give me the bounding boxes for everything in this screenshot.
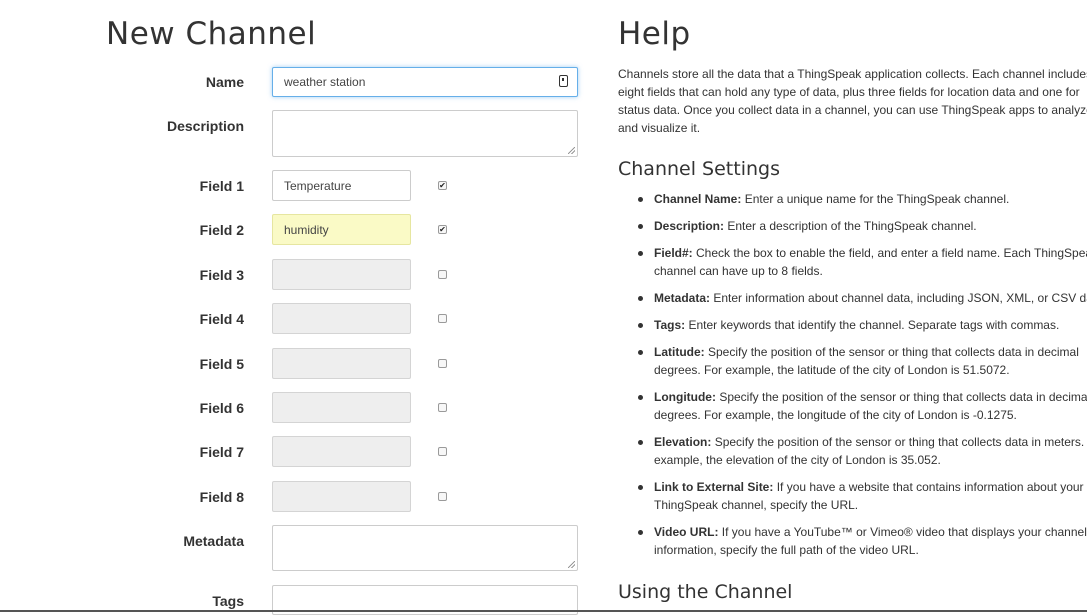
settings-item-term: Elevation: bbox=[654, 435, 712, 449]
field-6-checkbox[interactable] bbox=[438, 403, 447, 412]
field-3-checkbox[interactable] bbox=[438, 269, 447, 279]
field-6-input[interactable] bbox=[272, 392, 411, 423]
settings-item-term: Description: bbox=[654, 219, 725, 233]
metadata-textarea[interactable] bbox=[272, 525, 578, 571]
settings-list-item: Channel Name: Enter a unique name for th… bbox=[638, 190, 1087, 208]
settings-list-item: Tags: Enter keywords that identify the c… bbox=[638, 316, 1087, 334]
field-3-input[interactable] bbox=[272, 258, 411, 290]
channel-settings-heading: Channel Settings bbox=[618, 158, 780, 180]
field-2-label: Field 2 bbox=[199, 222, 244, 239]
name-input[interactable]: weather station bbox=[272, 67, 578, 97]
field-8-label: Field 8 bbox=[199, 488, 244, 505]
help-panel: Help Channels store all the data that a … bbox=[618, 0, 1087, 612]
field-5-checkbox[interactable] bbox=[438, 358, 447, 368]
settings-item-term: Channel Name: bbox=[654, 192, 742, 206]
field-3-label: Field 3 bbox=[199, 266, 244, 283]
channel-form: New Channel Name weather station Descrip… bbox=[0, 0, 600, 615]
settings-list: Channel Name: Enter a unique name for th… bbox=[618, 190, 1087, 568]
help-title: Help bbox=[618, 16, 691, 52]
description-label: Description bbox=[166, 118, 244, 134]
field-7-input[interactable] bbox=[272, 436, 411, 468]
name-input-value: weather station bbox=[284, 75, 366, 89]
settings-list-item: Description: Enter a description of the … bbox=[638, 217, 1087, 235]
settings-item-text: Specify the position of the sensor or th… bbox=[654, 435, 1087, 467]
field-8-input[interactable] bbox=[272, 480, 411, 512]
settings-list-item: Link to External Site: If you have a web… bbox=[638, 478, 1087, 514]
field-8-checkbox[interactable] bbox=[438, 491, 447, 501]
settings-item-term: Link to External Site: bbox=[654, 480, 774, 494]
settings-item-term: Latitude: bbox=[654, 345, 705, 359]
settings-item-text: Specify the position of the sensor or th… bbox=[654, 390, 1087, 422]
settings-item-term: Field#: bbox=[654, 246, 693, 260]
using-channel-heading: Using the Channel bbox=[618, 581, 793, 603]
page-title: New Channel bbox=[106, 16, 317, 52]
field-5-label: Field 5 bbox=[199, 355, 244, 372]
settings-list-item: Longitude: Specify the position of the s… bbox=[638, 388, 1087, 424]
settings-list-item: Elevation: Specify the position of the s… bbox=[638, 433, 1087, 469]
field-1-label: Field 1 bbox=[199, 178, 244, 194]
metadata-label: Metadata bbox=[183, 533, 244, 549]
settings-list-item: Video URL: If you have a YouTube™ or Vim… bbox=[638, 523, 1087, 559]
settings-item-text: Enter a description of the ThingSpeak ch… bbox=[724, 219, 977, 233]
contact-card-icon[interactable] bbox=[559, 75, 568, 87]
help-intro: Channels store all the data that a Thing… bbox=[618, 67, 1087, 135]
field-1-value: Temperature bbox=[284, 178, 352, 193]
name-label: Name bbox=[205, 74, 244, 90]
settings-item-term: Video URL: bbox=[654, 525, 719, 539]
field-7-label: Field 7 bbox=[199, 444, 244, 461]
settings-item-text: Check the box to enable the field, and e… bbox=[654, 246, 1087, 278]
field-7-checkbox[interactable] bbox=[438, 447, 447, 457]
settings-list-item: Latitude: Specify the position of the se… bbox=[638, 343, 1087, 379]
field-4-label: Field 4 bbox=[199, 311, 244, 328]
resize-grip-icon[interactable] bbox=[568, 561, 575, 568]
settings-list-item: Metadata: Enter information about channe… bbox=[638, 289, 1087, 307]
settings-item-text: Enter a unique name for the ThingSpeak c… bbox=[741, 192, 1010, 206]
settings-item-term: Metadata: bbox=[654, 291, 711, 305]
field-6-label: Field 6 bbox=[199, 400, 244, 416]
field-2-input[interactable]: humidity bbox=[272, 214, 411, 246]
resize-grip-icon[interactable] bbox=[568, 147, 575, 154]
description-textarea[interactable] bbox=[272, 110, 578, 157]
field-4-input[interactable] bbox=[272, 303, 411, 335]
field-2-value: humidity bbox=[284, 222, 329, 237]
settings-item-text: Enter keywords that identify the channel… bbox=[685, 318, 1060, 332]
settings-item-text: If you have a YouTube™ or Vimeo® video t… bbox=[654, 525, 1087, 557]
settings-item-term: Tags: bbox=[654, 318, 686, 332]
settings-item-text: Specify the position of the sensor or th… bbox=[654, 345, 1079, 377]
settings-item-text: Enter information about channel data, in… bbox=[710, 291, 1087, 305]
field-2-checkbox[interactable] bbox=[438, 225, 447, 235]
field-1-input[interactable]: Temperature bbox=[272, 170, 411, 201]
settings-list-item: Field#: Check the box to enable the fiel… bbox=[638, 244, 1087, 280]
tags-label: Tags bbox=[212, 593, 244, 609]
settings-item-term: Longitude: bbox=[654, 390, 716, 404]
field-1-checkbox[interactable] bbox=[438, 181, 447, 190]
field-5-input[interactable] bbox=[272, 347, 411, 379]
field-4-checkbox[interactable] bbox=[438, 314, 447, 324]
